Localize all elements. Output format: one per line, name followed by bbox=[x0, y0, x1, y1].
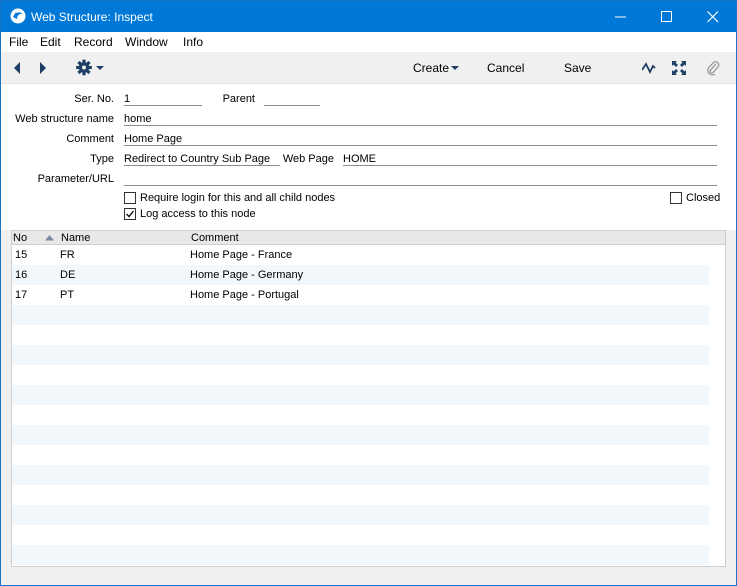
cell-comment: Home Page - Germany bbox=[190, 269, 304, 281]
empty-table-row[interactable] bbox=[12, 525, 709, 545]
closed-label: Closed bbox=[686, 192, 721, 204]
cell-name: DE bbox=[60, 269, 76, 281]
log-access-checkbox[interactable] bbox=[124, 208, 136, 220]
comment-label: Comment bbox=[66, 133, 114, 145]
create-button[interactable]: Create bbox=[413, 61, 449, 75]
expand-icon[interactable] bbox=[672, 61, 686, 75]
empty-table-row[interactable] bbox=[12, 445, 709, 465]
grid-rows: 15 FR Home Page - France 16 DE Home Page - Ge… bbox=[12, 245, 709, 565]
title-bar[interactable]: Web Structure: Inspect bbox=[1, 1, 736, 32]
empty-table-row[interactable] bbox=[12, 485, 709, 505]
menu-edit[interactable]: Edit bbox=[40, 35, 61, 49]
ser-no-label: Ser. No. bbox=[74, 93, 114, 105]
web-structure-name-field[interactable]: home bbox=[124, 112, 717, 126]
operations-gear-icon[interactable] bbox=[76, 59, 106, 76]
empty-table-row[interactable] bbox=[12, 365, 709, 385]
cell-no: 17 bbox=[15, 289, 28, 301]
empty-table-row[interactable] bbox=[12, 325, 709, 345]
checkmark-icon bbox=[126, 210, 135, 218]
empty-table-row[interactable] bbox=[12, 405, 709, 425]
activity-pulse-icon[interactable] bbox=[642, 61, 656, 75]
empty-table-row[interactable] bbox=[12, 545, 709, 565]
close-icon bbox=[707, 11, 719, 23]
toolbar: Create Cancel Save bbox=[1, 52, 736, 84]
minimize-icon bbox=[615, 16, 626, 18]
attachment-paperclip-icon[interactable] bbox=[706, 60, 720, 76]
sort-ascending-icon[interactable] bbox=[45, 235, 54, 241]
web-page-field[interactable]: HOME bbox=[343, 152, 717, 166]
empty-table-row[interactable] bbox=[12, 425, 709, 445]
closed-checkbox[interactable] bbox=[670, 192, 682, 204]
cell-name: PT bbox=[60, 289, 75, 301]
maximize-icon bbox=[661, 11, 672, 22]
table-row[interactable]: 16 DE Home Page - Germany bbox=[12, 265, 709, 285]
previous-record-icon[interactable] bbox=[12, 61, 22, 75]
minimize-button[interactable] bbox=[598, 1, 644, 32]
create-dropdown-chevron-icon[interactable] bbox=[451, 66, 459, 71]
column-header-no[interactable]: No bbox=[13, 232, 27, 244]
parameter-url-label: Parameter/URL bbox=[37, 173, 114, 185]
menu-record[interactable]: Record bbox=[74, 35, 113, 49]
cell-name: FR bbox=[60, 249, 75, 261]
web-structure-name-label: Web structure name bbox=[15, 113, 114, 125]
app-logo-icon bbox=[10, 8, 26, 24]
close-window-button[interactable] bbox=[690, 1, 736, 32]
type-field[interactable]: Redirect to Country Sub Page bbox=[124, 152, 280, 166]
empty-table-row[interactable] bbox=[12, 345, 709, 365]
menu-window[interactable]: Window bbox=[125, 35, 168, 49]
empty-table-row[interactable] bbox=[12, 465, 709, 485]
column-header-comment[interactable]: Comment bbox=[191, 232, 239, 244]
log-access-label: Log access to this node bbox=[140, 208, 256, 220]
web-page-label: Web Page bbox=[282, 153, 334, 165]
menu-bar: File Edit Record Window Info bbox=[1, 32, 736, 52]
type-label: Type bbox=[90, 153, 114, 165]
grid-header: No Name Comment bbox=[12, 231, 725, 245]
cancel-button[interactable]: Cancel bbox=[487, 61, 524, 75]
app-window: Web Structure: Inspect File Edit Record … bbox=[0, 0, 737, 586]
cell-comment: Home Page - Portugal bbox=[190, 289, 299, 301]
require-login-label: Require login for this and all child nod… bbox=[140, 192, 336, 204]
empty-table-row[interactable] bbox=[12, 505, 709, 525]
menu-info[interactable]: Info bbox=[183, 35, 203, 49]
parent-label: Parent bbox=[222, 93, 255, 105]
parent-field[interactable] bbox=[264, 92, 320, 106]
next-record-icon[interactable] bbox=[38, 61, 48, 75]
comment-field[interactable]: Home Page bbox=[124, 132, 717, 146]
cell-no: 16 bbox=[15, 269, 28, 281]
cell-comment: Home Page - France bbox=[190, 249, 293, 261]
table-row[interactable]: 17 PT Home Page - Portugal bbox=[12, 285, 709, 305]
column-header-name[interactable]: Name bbox=[61, 232, 90, 244]
nodes-grid[interactable]: No Name Comment 15 FR Home Page - France 16… bbox=[11, 230, 726, 567]
ser-no-field[interactable]: 1 bbox=[124, 92, 202, 106]
menu-file[interactable]: File bbox=[9, 35, 28, 49]
empty-table-row[interactable] bbox=[12, 385, 709, 405]
empty-table-row[interactable] bbox=[12, 305, 709, 325]
parameter-url-field[interactable] bbox=[124, 172, 717, 186]
save-button[interactable]: Save bbox=[564, 61, 591, 75]
window-title: Web Structure: Inspect bbox=[31, 10, 153, 24]
maximize-button[interactable] bbox=[644, 1, 690, 32]
header-form: Ser. No. 1 Parent Web structure name hom… bbox=[1, 84, 736, 230]
table-row[interactable]: 15 FR Home Page - France bbox=[12, 245, 709, 265]
require-login-checkbox[interactable] bbox=[124, 192, 136, 204]
cell-no: 15 bbox=[15, 249, 28, 261]
